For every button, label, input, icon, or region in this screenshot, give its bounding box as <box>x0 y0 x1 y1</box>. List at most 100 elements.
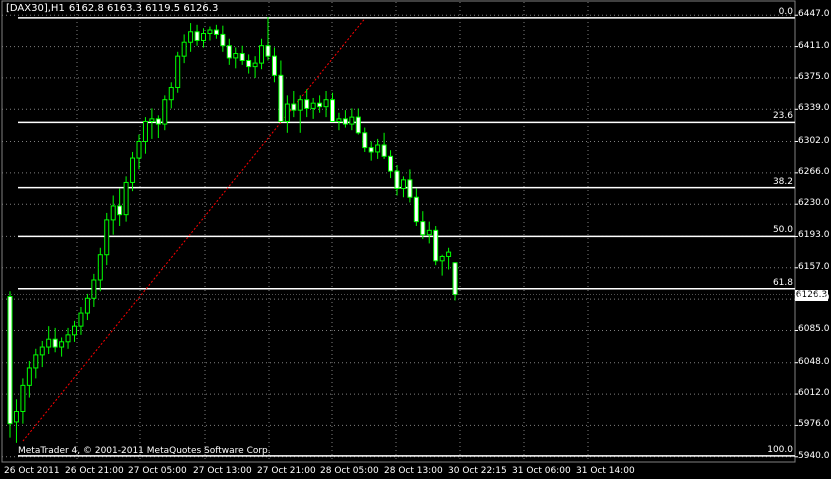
bear-candle <box>413 196 419 223</box>
bull-candle <box>439 255 445 262</box>
price-axis-label: 6266.0 <box>798 166 830 177</box>
price-axis-label: 6411.0 <box>798 40 830 51</box>
fib-level-label: 61.8 <box>772 277 793 288</box>
time-axis-label: 30 Oct 22:15 <box>448 466 507 476</box>
bear-candle <box>291 103 297 111</box>
price-axis-label: 6447.0 <box>798 9 830 20</box>
bear-candle <box>194 31 200 41</box>
time-axis-label: 28 Oct 05:00 <box>320 466 379 476</box>
bear-candle <box>452 262 458 296</box>
chart-window: [DAX30],H1 6162.8 6163.3 6119.5 6126.3 Me… <box>0 0 831 479</box>
price-axis-label: 6375.0 <box>798 71 830 82</box>
bull-candle <box>336 118 342 122</box>
bull-candle <box>310 102 316 109</box>
time-axis-label: 28 Oct 13:00 <box>384 466 443 476</box>
chart-header: [DAX30],H1 6162.8 6163.3 6119.5 6126.3 <box>6 3 222 14</box>
price-axis-label: 5940.0 <box>798 450 830 461</box>
bear-candle <box>394 170 400 190</box>
bull-candle <box>39 346 45 356</box>
bear-candle <box>155 118 161 125</box>
bear-candle <box>355 116 361 134</box>
bull-candle <box>375 144 381 153</box>
bull-candle <box>233 53 239 59</box>
bear-candle <box>239 53 245 62</box>
price-axis-label: 6157.0 <box>798 261 830 272</box>
bull-candle <box>13 410 19 423</box>
bull-candle <box>20 384 26 412</box>
bear-candle <box>304 99 310 109</box>
bull-candle <box>104 219 110 256</box>
time-axis-label: 27 Oct 13:00 <box>193 466 252 476</box>
bear-candle <box>278 74 284 122</box>
bull-candle <box>110 205 116 221</box>
bull-candle <box>162 99 168 125</box>
bear-candle <box>213 29 219 35</box>
time-axis-label: 31 Oct 06:00 <box>512 466 571 476</box>
bull-candle <box>78 312 84 327</box>
price-axis-label: 6012.0 <box>798 388 830 399</box>
price-axis-label: 6230.0 <box>798 198 830 209</box>
bull-candle <box>252 62 258 68</box>
bull-candle <box>168 87 174 101</box>
price-axis-label: 6048.0 <box>798 356 830 367</box>
fib-level-label: 23.6 <box>772 111 793 122</box>
price-axis-label: 6121.0 <box>798 293 830 304</box>
bull-candle <box>175 55 181 89</box>
bear-candle <box>381 144 387 157</box>
fib-trend-line <box>22 18 366 442</box>
bear-candle <box>407 179 413 198</box>
bull-candle <box>188 31 194 43</box>
price-chart[interactable] <box>0 0 831 479</box>
fib-level-label: 50.0 <box>772 225 793 236</box>
bear-candle <box>330 99 335 122</box>
bear-candle <box>52 338 58 348</box>
price-axis-label: 6193.0 <box>798 230 830 241</box>
time-axis-label: 27 Oct 21:00 <box>257 466 316 476</box>
bull-candle <box>349 116 355 125</box>
plot-frame <box>1 0 796 463</box>
ohlc-values: 6162.8 6163.3 6119.5 6126.3 <box>68 3 219 14</box>
bull-candle <box>84 297 90 314</box>
price-axis-label: 6302.0 <box>798 135 830 146</box>
price-axis-label: 5976.0 <box>798 419 830 430</box>
bear-candle <box>271 55 277 76</box>
bull-candle <box>284 103 290 122</box>
bull-candle <box>149 118 155 122</box>
bull-candle <box>142 120 148 143</box>
bear-candle <box>220 33 226 47</box>
bull-candle <box>426 229 432 236</box>
bull-candle <box>259 45 265 64</box>
bull-candle <box>130 157 136 183</box>
bull-candle <box>26 367 32 386</box>
bull-candle <box>297 99 303 111</box>
bull-candle <box>59 341 65 348</box>
bear-candle <box>368 147 374 153</box>
bull-candle <box>181 41 187 57</box>
time-axis-label: 27 Oct 05:00 <box>128 466 187 476</box>
bear-candle <box>246 60 252 68</box>
bull-candle <box>446 251 452 257</box>
bull-candle <box>323 99 329 108</box>
time-axis-label: 26 Oct 2011 <box>4 466 60 476</box>
bull-candle <box>201 33 206 41</box>
copyright-text: MetaTrader 4, © 2001-2011 MetaQuotes Sof… <box>18 446 271 456</box>
bull-candle <box>97 254 103 281</box>
bull-candle <box>72 325 77 336</box>
bear-candle <box>388 155 394 172</box>
bull-candle <box>123 181 129 216</box>
fib-level-label: 0.0 <box>778 6 793 17</box>
symbol-timeframe: [DAX30],H1 <box>6 3 65 14</box>
bull-candle <box>91 279 97 299</box>
bear-candle <box>117 205 123 216</box>
bear-candle <box>420 221 426 236</box>
fib-level-label: 38.2 <box>772 176 793 187</box>
bull-candle <box>207 29 213 35</box>
bear-candle <box>317 102 323 108</box>
bear-candle <box>265 45 271 57</box>
bull-candle <box>33 354 39 369</box>
bear-candle <box>433 229 439 262</box>
fib-level-label: 100.0 <box>767 444 793 455</box>
bull-candle <box>136 141 142 159</box>
bull-candle <box>400 179 406 190</box>
bull-candle <box>65 334 71 343</box>
